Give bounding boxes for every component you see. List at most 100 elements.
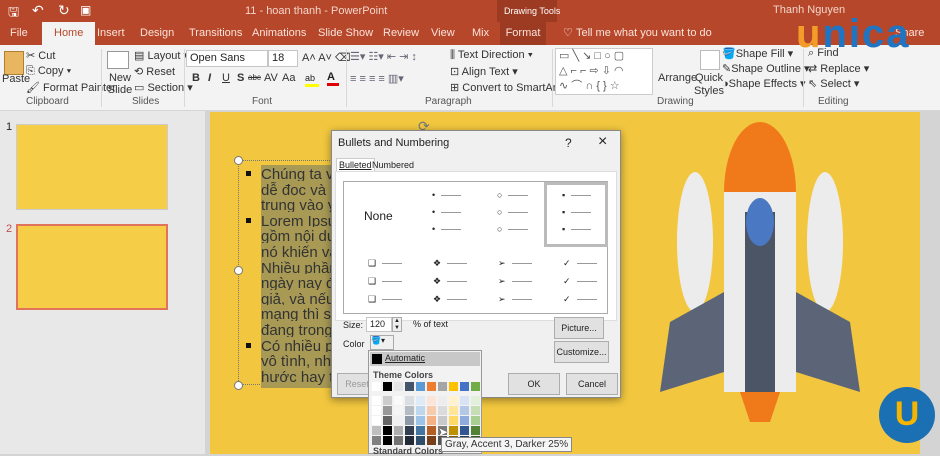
- color-dropdown[interactable]: 🪣▾: [370, 335, 394, 350]
- shadow-button[interactable]: S: [237, 72, 244, 84]
- color-swatch[interactable]: [383, 416, 392, 425]
- color-swatch[interactable]: [394, 396, 403, 405]
- color-swatch[interactable]: [405, 436, 414, 445]
- color-swatch[interactable]: [416, 416, 425, 425]
- color-swatch[interactable]: [449, 396, 458, 405]
- color-swatch[interactable]: [449, 416, 458, 425]
- bullet-option-2[interactable]: ▪: [562, 207, 592, 217]
- bullet-option-2[interactable]: ▪: [562, 224, 592, 234]
- bullet-option-0[interactable]: •: [432, 207, 462, 217]
- color-swatch[interactable]: [427, 406, 436, 415]
- color-swatch[interactable]: [383, 406, 392, 415]
- tab-animations[interactable]: Animations: [252, 27, 306, 39]
- color-swatch[interactable]: [460, 396, 469, 405]
- color-swatch[interactable]: [394, 426, 403, 435]
- color-swatch[interactable]: [405, 406, 414, 415]
- color-swatch[interactable]: [383, 426, 392, 435]
- resize-handle[interactable]: [234, 266, 243, 275]
- color-swatch[interactable]: [460, 426, 469, 435]
- color-swatch[interactable]: [405, 382, 414, 391]
- shape-fill-button[interactable]: 🪣Shape Fill ▾: [722, 47, 793, 60]
- cut-button[interactable]: ✂ Cut: [26, 49, 55, 62]
- underline-button[interactable]: U: [222, 72, 230, 84]
- size-spinner[interactable]: ▲ ▼: [392, 317, 402, 332]
- bullet-option-row2-1[interactable]: ❖: [433, 294, 468, 305]
- bold-button[interactable]: B: [192, 72, 200, 84]
- automatic-color-option[interactable]: Automatic: [370, 352, 480, 366]
- color-swatch[interactable]: [438, 382, 447, 391]
- color-swatch[interactable]: [383, 396, 392, 405]
- bullet-option-row2-2[interactable]: ➢: [498, 276, 532, 287]
- quick-styles-button[interactable]: Quick Styles: [694, 72, 724, 98]
- color-swatch[interactable]: [394, 436, 403, 445]
- bullet-option-1[interactable]: ○: [497, 207, 529, 217]
- bullet-option-row2-2[interactable]: ➢: [498, 258, 532, 269]
- customize-button[interactable]: Customize...: [554, 341, 609, 363]
- color-swatch[interactable]: [416, 436, 425, 445]
- new-slide-button[interactable]: New Slide: [106, 72, 134, 96]
- tab-bulleted[interactable]: Bulleted: [336, 158, 375, 171]
- tell-me-search[interactable]: Tell me what you want to do: [576, 27, 712, 39]
- redo-icon[interactable]: ↻: [58, 2, 70, 19]
- bullet-option-0[interactable]: •: [432, 190, 462, 200]
- bullet-option-row2-2[interactable]: ➢: [498, 294, 532, 305]
- character-spacing-button[interactable]: AV: [264, 72, 278, 84]
- color-swatch[interactable]: [460, 416, 469, 425]
- color-swatch[interactable]: [405, 426, 414, 435]
- picture-button[interactable]: Picture...: [554, 317, 604, 339]
- align-text-button[interactable]: ⊡ Align Text ▾: [450, 65, 518, 78]
- reset-button[interactable]: ⟲ Reset: [134, 65, 175, 78]
- slide-thumbnail-2[interactable]: [16, 224, 168, 310]
- color-swatch[interactable]: [471, 426, 480, 435]
- bullet-option-none[interactable]: None: [364, 209, 393, 223]
- layout-button[interactable]: ▤ Layout ▾: [134, 49, 189, 62]
- grow-shrink-font-icons[interactable]: A˄ A˅ ⌫: [302, 51, 351, 64]
- start-presentation-icon[interactable]: ▣: [80, 3, 91, 17]
- font-color-icon[interactable]: A: [327, 71, 339, 86]
- color-swatch[interactable]: [394, 406, 403, 415]
- tab-mix[interactable]: Mix: [472, 27, 489, 39]
- color-swatch[interactable]: [416, 382, 425, 391]
- format-painter-button[interactable]: 🖌 Format Painter: [26, 81, 116, 94]
- color-swatch[interactable]: [460, 382, 469, 391]
- color-swatch[interactable]: [471, 406, 480, 415]
- bullet-option-row2-0[interactable]: ❑: [368, 294, 403, 305]
- color-swatch[interactable]: [427, 436, 436, 445]
- shape-effects-button[interactable]: ◑Shape Effects ▾: [722, 77, 806, 90]
- color-swatch[interactable]: [427, 416, 436, 425]
- color-swatch[interactable]: [438, 406, 447, 415]
- change-case-button[interactable]: Aa: [282, 72, 295, 84]
- color-swatch[interactable]: [427, 382, 436, 391]
- shapes-gallery[interactable]: ▭ ╲ ↘ □ ○ ▢ △ ⌐ ⌐ ⇨ ⇩ ◠ ∿ ⌒ ∩ { } ☆: [555, 48, 653, 95]
- color-swatch[interactable]: [471, 382, 480, 391]
- strikethrough-button[interactable]: abc: [248, 73, 261, 82]
- bullet-option-0[interactable]: •: [432, 224, 462, 234]
- bullets-numbering-icons[interactable]: ☰▾ ☷▾ ⇤ ⇥ ↕: [350, 50, 417, 63]
- color-swatch[interactable]: [372, 426, 381, 435]
- tab-transitions[interactable]: Transitions: [189, 27, 242, 39]
- color-swatch[interactable]: [460, 406, 469, 415]
- tab-design[interactable]: Design: [140, 27, 174, 39]
- bullet-option-row2-3[interactable]: ✓: [563, 276, 597, 287]
- slide-thumbnail-1[interactable]: [16, 124, 168, 210]
- color-swatch[interactable]: [383, 382, 392, 391]
- undo-icon[interactable]: ↶: [32, 2, 44, 19]
- color-swatch[interactable]: [405, 396, 414, 405]
- color-swatch[interactable]: [372, 416, 381, 425]
- quick-styles-icon[interactable]: [700, 50, 720, 70]
- color-swatch[interactable]: [471, 396, 480, 405]
- color-swatch[interactable]: [372, 406, 381, 415]
- tab-review[interactable]: Review: [383, 27, 419, 39]
- bullet-option-1[interactable]: ○: [497, 190, 529, 200]
- bullet-option-row2-3[interactable]: ✓: [563, 294, 597, 305]
- color-swatch[interactable]: [449, 382, 458, 391]
- convert-smartart-button[interactable]: ⊞ Convert to SmartArt ▾: [450, 81, 568, 94]
- replace-button[interactable]: ⇄ Replace ▾: [808, 62, 869, 75]
- bullet-option-row2-1[interactable]: ❖: [433, 258, 468, 269]
- font-size-dropdown[interactable]: 18: [268, 50, 298, 67]
- shape-outline-button[interactable]: ✎Shape Outline ▾: [722, 62, 810, 75]
- color-swatch[interactable]: [416, 426, 425, 435]
- tab-view[interactable]: View: [431, 27, 455, 39]
- bullet-option-row2-3[interactable]: ✓: [563, 258, 597, 269]
- text-placeholder[interactable]: Chúng ta vẫ dễ đọc và rõ trung vào yế Lorem…: [234, 156, 339, 390]
